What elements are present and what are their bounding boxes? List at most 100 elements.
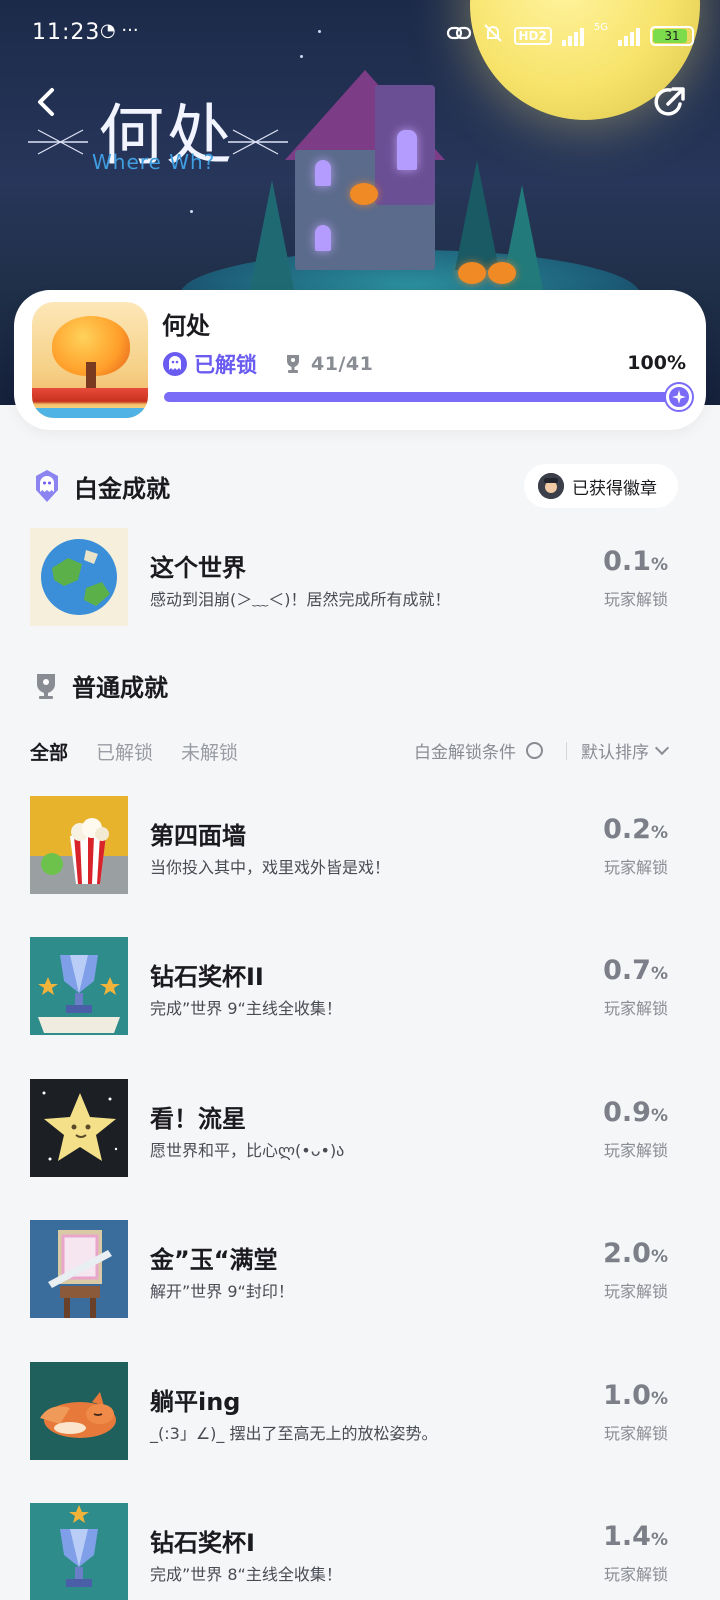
normal-section-title: 普通成就 <box>72 674 168 702</box>
radio-circle-icon <box>526 742 543 759</box>
achievement-title: 金”玉“满堂 <box>150 1246 278 1274</box>
back-button[interactable] <box>28 82 68 122</box>
sleeping-fox-thumbnail <box>30 1362 128 1460</box>
earned-badge-button[interactable]: 已获得徽章 <box>524 464 678 508</box>
sort-label: 默认排序 <box>581 743 649 763</box>
unlock-rate-label: 玩家解锁 <box>603 590 668 609</box>
filter-bar: 全部 已解锁 未解锁 白金解锁条件 默认排序 <box>30 734 690 768</box>
unlock-rate: 1.4% <box>603 1521 668 1552</box>
badge-avatar-icon <box>538 473 564 499</box>
network-type: 5G <box>593 22 608 33</box>
signal-icon <box>618 26 640 46</box>
status-icons: HD2 5G 31 <box>446 22 694 49</box>
unlock-rate-label: 玩家解锁 <box>603 858 668 877</box>
unlock-rate-label: 玩家解锁 <box>603 999 668 1018</box>
pumpkin-illustration <box>458 262 486 284</box>
achievement-description: 完成”世界 8“主线全收集！ <box>150 1565 342 1584</box>
unlock-rate-label: 玩家解锁 <box>603 1141 668 1160</box>
house-window <box>315 225 331 251</box>
unlock-rate: 2.0% <box>603 1238 668 1269</box>
achievement-description: 感动到泪崩(＞﹏＜)！居然完成所有成就！ <box>150 590 451 609</box>
unlock-rate-label: 玩家解锁 <box>603 1424 668 1443</box>
globe-thumbnail <box>30 528 128 626</box>
share-button[interactable] <box>650 82 690 122</box>
normal-section-header: 普通成就 <box>30 668 168 703</box>
achievement-title: 看！流星 <box>150 1105 246 1133</box>
platinum-section-title: 白金成就 <box>74 474 170 503</box>
completion-progress-bar <box>164 384 692 410</box>
achievement-title: 钻石奖杯II <box>150 963 264 991</box>
battery-icon: 31 <box>650 25 694 46</box>
achievement-count: 41/41 <box>311 353 374 375</box>
achievement-item[interactable]: 钻石奖杯II 完成”世界 9“主线全收集！ 0.7% 玩家解锁 <box>30 937 690 1037</box>
star-dot <box>190 210 193 213</box>
platinum-trophy-icon <box>36 470 58 502</box>
mute-bell-icon <box>482 22 504 49</box>
status-bar: 11:23 ◔ ··· HD2 5G 31 <box>0 0 720 68</box>
progress-knob <box>666 384 692 410</box>
achievement-description: 愿世界和平，比心ლ(•ᴗ•)ა <box>150 1141 345 1160</box>
game-icon[interactable] <box>32 302 148 418</box>
completion-percent: 100% <box>627 352 686 374</box>
achievement-item[interactable]: 躺平ing _(:3」∠)_ 摆出了至高无上的放松姿势。 1.0% 玩家解锁 <box>30 1362 690 1462</box>
popcorn-thumbnail <box>30 796 128 894</box>
tree-illustration <box>250 180 294 290</box>
achievement-item[interactable]: 第四面墙 当你投入其中，戏里戏外皆是戏！ 0.2% 玩家解锁 <box>30 796 690 896</box>
platinum-section-header: 白金成就 <box>30 468 170 504</box>
platinum-condition-label: 白金解锁条件 <box>414 743 516 763</box>
achievement-description: _(:3」∠)_ 摆出了至高无上的放松姿势。 <box>150 1424 438 1443</box>
unlocked-label: 已解锁 <box>194 353 257 377</box>
house-window <box>315 160 331 186</box>
achievement-title: 第四面墙 <box>150 822 246 850</box>
chevron-left-icon <box>38 88 54 116</box>
trophy-icon <box>287 355 299 373</box>
achievement-description: 完成”世界 9“主线全收集！ <box>150 999 342 1018</box>
unlock-rate: 0.1% <box>603 546 668 577</box>
achievement-title: 钻石奖杯I <box>150 1529 255 1557</box>
share-icon <box>654 87 685 116</box>
status-notification-icons: ◔ ··· <box>100 20 139 41</box>
achievement-description: 解开”世界 9“封印！ <box>150 1282 294 1301</box>
platinum-condition-toggle[interactable]: 白金解锁条件 <box>414 738 543 763</box>
diamond-trophy-thumbnail <box>30 937 128 1035</box>
unlock-rate: 0.2% <box>603 814 668 845</box>
tab-all[interactable]: 全部 <box>30 738 68 765</box>
status-time: 11:23 <box>32 20 101 45</box>
tree-illustration <box>455 160 499 270</box>
pumpkin-illustration <box>488 262 516 284</box>
ghost-badge-icon <box>163 352 187 376</box>
diamond-trophy-thumbnail <box>30 1503 128 1600</box>
pumpkin-illustration <box>350 183 378 205</box>
achievement-title: 这个世界 <box>150 554 246 582</box>
unlock-rate: 1.0% <box>603 1380 668 1411</box>
unlock-rate: 0.7% <box>603 955 668 986</box>
achievement-description: 当你投入其中，戏里戏外皆是戏！ <box>150 858 391 877</box>
earned-badge-label: 已获得徽章 <box>572 478 657 499</box>
chevron-down-icon <box>654 740 670 755</box>
tab-locked[interactable]: 未解锁 <box>181 738 238 765</box>
unlock-status: 已解锁 41/41 <box>162 350 373 378</box>
unlock-rate-label: 玩家解锁 <box>603 1282 668 1301</box>
tab-unlocked[interactable]: 已解锁 <box>96 738 153 765</box>
signal-icon <box>561 26 584 46</box>
hd-badge: HD2 <box>513 26 552 45</box>
unlock-rate-label: 玩家解锁 <box>603 1565 668 1584</box>
progress-fill <box>164 392 684 402</box>
link-icon <box>446 23 472 48</box>
house-window <box>397 130 417 170</box>
divider <box>566 742 567 760</box>
game-title: 何处 <box>162 312 210 340</box>
achievement-item[interactable]: 钻石奖杯I 完成”世界 8“主线全收集！ 1.4% 玩家解锁 <box>30 1503 690 1600</box>
sparkle-icon <box>672 390 686 404</box>
achievement-item[interactable]: 金”玉“满堂 解开”世界 9“封印！ 2.0% 玩家解锁 <box>30 1220 690 1320</box>
game-summary-card: 何处 已解锁 41/41 100% <box>14 290 706 430</box>
shooting-star-thumbnail <box>30 1079 128 1177</box>
sort-dropdown[interactable]: 默认排序 <box>581 738 670 763</box>
unlock-rate: 0.9% <box>603 1097 668 1128</box>
easel-thumbnail <box>30 1220 128 1318</box>
logo-subtitle: Where Wh? <box>92 150 216 174</box>
achievement-title: 躺平ing <box>150 1388 241 1416</box>
platinum-achievement-item[interactable]: 这个世界 感动到泪崩(＞﹏＜)！居然完成所有成就！ 0.1% 玩家解锁 <box>30 528 690 628</box>
achievement-item[interactable]: 看！流星 愿世界和平，比心ლ(•ᴗ•)ა 0.9% 玩家解锁 <box>30 1079 690 1179</box>
trophy-icon <box>37 673 55 699</box>
